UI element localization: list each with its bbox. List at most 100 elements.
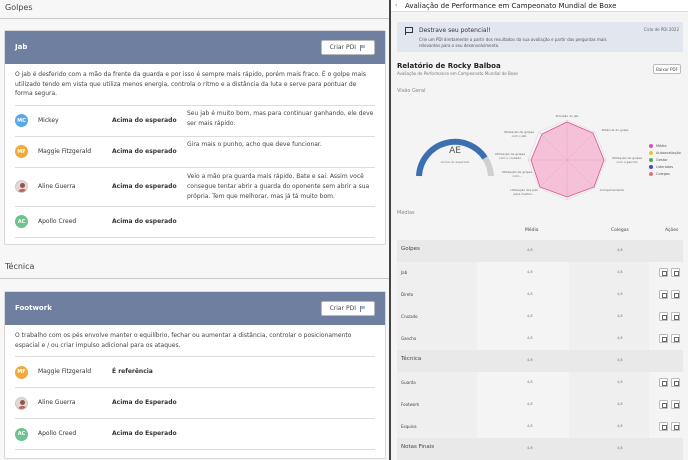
row-divider (15, 449, 375, 450)
card-header-footwork: Footwork Criar PDI (5, 292, 385, 325)
row-label: Esquiva (401, 424, 417, 429)
row-label: Footwork (401, 402, 420, 407)
radar-label: Utilização de golpes com o gancho (611, 156, 643, 164)
section-title-tecnica: Técnica (5, 262, 35, 271)
legend-label: Liderados (656, 164, 674, 169)
cell-colegas: 4,8 (617, 424, 623, 428)
copy-icon[interactable] (659, 422, 668, 431)
cell-background (569, 284, 649, 306)
legend-item: Gestor (649, 156, 681, 163)
card-jab: Jab Criar PDI O jab é desferido com a mã… (4, 30, 386, 245)
table-row: Gancho 4,8 4,8 (397, 328, 683, 350)
flag-icon[interactable] (671, 334, 680, 343)
copy-icon[interactable] (659, 268, 668, 277)
evaluation-level: Acima do esperado (112, 182, 177, 190)
card-title-footwork: Footwork (15, 304, 52, 312)
flag-icon[interactable] (671, 422, 680, 431)
cell-colegas: 4,8 (617, 380, 623, 384)
legend-dot-icon (649, 150, 653, 155)
copy-icon[interactable] (659, 334, 668, 343)
section-divider (0, 18, 389, 19)
cell-colegas: 4,8 (617, 292, 623, 296)
copy-icon[interactable] (659, 290, 668, 299)
table-row: Esquiva 4,8 4,8 (397, 416, 683, 438)
left-panel: Golpes Jab Criar PDI O jab é desferido c… (0, 0, 389, 460)
right-panel: ‹ Avaliação de Performance em Campeonato… (391, 0, 688, 460)
evaluation-level: Acima do esperado (112, 116, 177, 124)
legend-dot-icon (649, 157, 653, 162)
table-row: Direto 4,8 4,8 (397, 284, 683, 306)
chart-legend: Média Autoavaliação Gestor Liderados Colegas (649, 142, 681, 177)
cell-background (569, 328, 649, 350)
flag-icon (360, 305, 366, 312)
avatar: MC (15, 114, 28, 127)
flag-icon[interactable] (671, 290, 680, 299)
card-footwork: Footwork Criar PDI O trabalho com os pés… (4, 291, 386, 459)
evaluation-level: Acima do esperado (112, 217, 177, 225)
pdi-banner: Destrave seu potencial! Crie um PDI dire… (397, 22, 683, 52)
card-description-jab: O jab é desferido com a mão da frente da… (15, 71, 367, 97)
banner-title: Destrave seu potencial! (419, 27, 491, 34)
table-row: Guarda 4,8 4,8 (397, 372, 683, 394)
column-header-acoes: Ações (665, 228, 679, 233)
cell-media: 4,8 (527, 314, 533, 318)
flag-icon[interactable] (671, 268, 680, 277)
table-group-row: Técnica 4,8 4,8 (397, 350, 683, 372)
person-name: Mickey (38, 116, 59, 124)
radar-label: Utilização de golpes com o jab (503, 130, 535, 138)
radar-label: Precisão do jab (555, 114, 579, 118)
card-header-jab: Jab Criar PDI (5, 31, 385, 64)
flag-icon[interactable] (671, 312, 680, 321)
create-pdi-button-footwork[interactable]: Criar PDI (320, 301, 375, 316)
radar-label: Potência do golpe (601, 128, 629, 132)
evaluation-level: Acima do Esperado (112, 399, 177, 406)
avatar: MF (15, 365, 28, 379)
gauge-arc-empty (482, 156, 494, 177)
copy-icon[interactable] (659, 312, 668, 321)
evaluation-comment: Seu jab é muito bom, mas para continuar … (187, 109, 374, 127)
cell-background (569, 306, 649, 328)
row-label: Notas Finais (401, 444, 435, 450)
evaluation-level: Acima do Esperado (112, 430, 177, 437)
report-title: Relatório de Rocky Balboa (397, 62, 501, 70)
flag-icon[interactable] (671, 400, 680, 409)
cell-background (397, 262, 477, 284)
evaluation-row: MC Mickey Acima do esperado Seu jab é muito… (5, 106, 385, 136)
row-label: Gancho (401, 336, 417, 341)
legend-dot-icon (649, 143, 653, 148)
card-description-footwork: O trabalho com os pés envolve manter o e… (15, 332, 352, 349)
top-bar: ‹ Avaliação de Performance em Campeonato… (391, 0, 688, 12)
legend-label: Gestor (656, 157, 668, 162)
avatar: AC (15, 215, 28, 228)
table-group-row: Notas Finais 4,8 4,8 (397, 438, 683, 460)
column-header-media: Média (525, 228, 539, 233)
copy-icon[interactable] (659, 378, 668, 387)
cell-media: 4,8 (527, 336, 533, 340)
evaluation-row: AC Apollo Creed Acima do Esperado (5, 419, 385, 449)
copy-icon[interactable] (659, 400, 668, 409)
cell-media: 4,8 (527, 248, 533, 252)
section-divider (0, 278, 389, 279)
person-name: Apollo Creed (38, 430, 77, 437)
cell-colegas: 4,8 (617, 402, 623, 406)
table-row: Jab 4,8 4,8 (397, 262, 683, 284)
row-divider (15, 236, 375, 238)
evaluations-list-jab: MC Mickey Acima do esperado Seu jab é muito… (5, 106, 385, 238)
flag-icon[interactable] (671, 378, 680, 387)
evaluation-row: AC Apollo Creed Acima do esperado (5, 207, 385, 237)
evaluation-level: Acima do esperado (112, 147, 177, 155)
evaluation-row: MF Maggie Fitzgerald É referência (5, 357, 385, 387)
cell-colegas: 4,8 (617, 358, 623, 362)
legend-dot-icon (649, 164, 653, 169)
back-icon[interactable]: ‹ (395, 2, 397, 9)
avatar: AC (15, 427, 28, 441)
cell-media: 4,8 (527, 358, 533, 362)
overview-box: AE Acima do esperado Precisão do jab Pot… (397, 98, 683, 203)
download-pdf-button[interactable]: Baixar PDF (653, 64, 681, 74)
cell-colegas: 4,8 (617, 446, 623, 450)
cell-colegas: 4,8 (617, 270, 623, 274)
evaluation-level: É referência (112, 368, 153, 375)
create-pdi-button-jab[interactable]: Criar PDI (320, 40, 375, 55)
evaluation-row: MF Maggie Fitzgerald Acima do esperado Gira… (5, 137, 385, 167)
overview-title: Visão Geral (397, 88, 426, 94)
